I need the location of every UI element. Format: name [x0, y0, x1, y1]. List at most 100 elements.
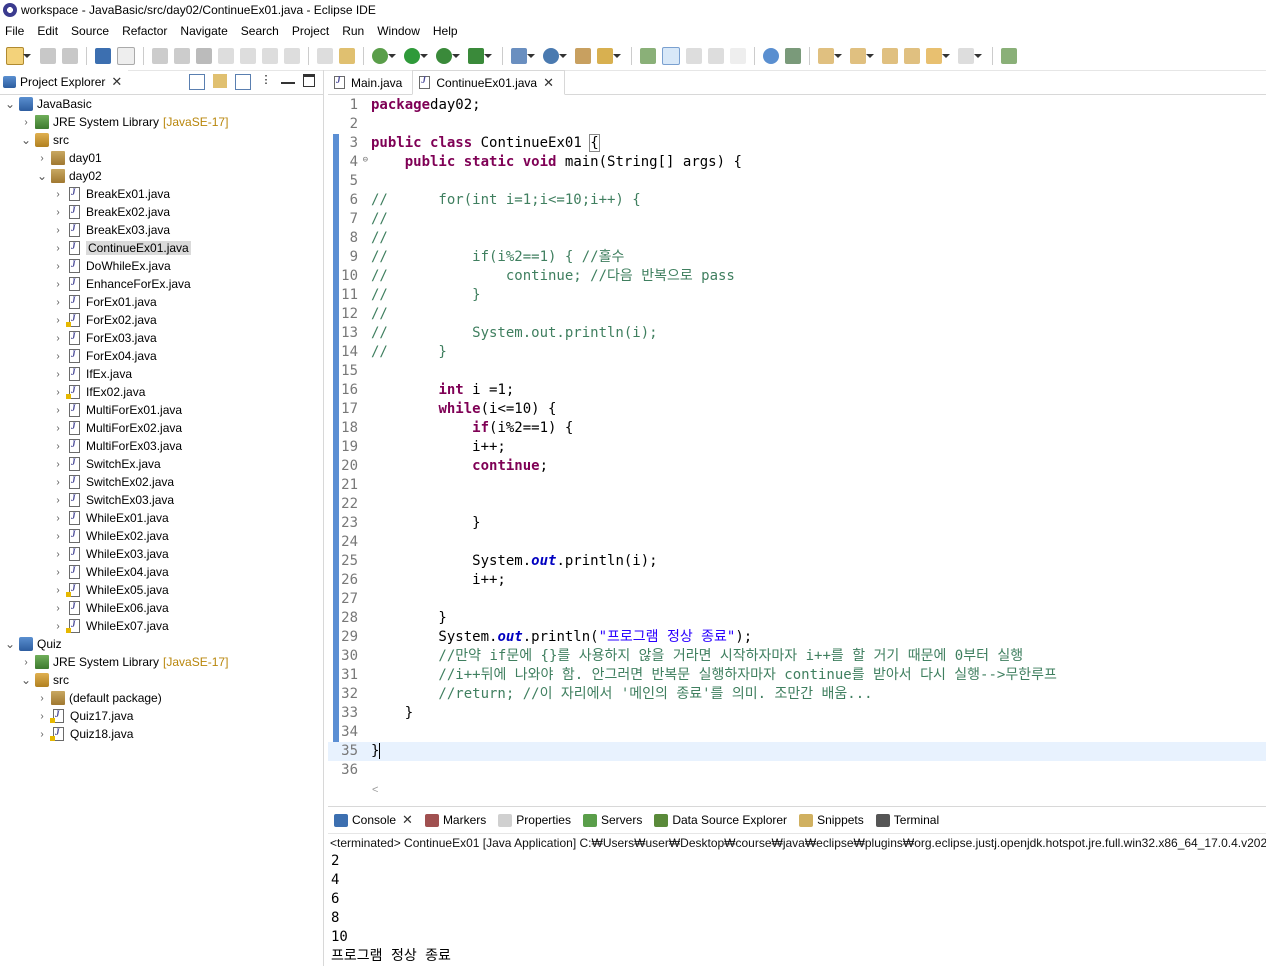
tab-project-explorer[interactable]: Project Explorer ✕	[0, 70, 129, 94]
resume-icon[interactable]	[152, 47, 168, 64]
tree-item[interactable]: › ForEx01.java	[0, 293, 323, 311]
menu-file[interactable]: File	[0, 24, 32, 38]
coverage-icon[interactable]	[436, 47, 460, 64]
chevron-right-icon[interactable]: ›	[52, 296, 64, 308]
tree-item[interactable]: › WhileEx04.java	[0, 563, 323, 581]
chevron-right-icon[interactable]: ›	[52, 386, 64, 398]
tree-item[interactable]: › MultiForEx02.java	[0, 419, 323, 437]
save-all-icon[interactable]	[62, 47, 78, 64]
scroll-left-icon[interactable]: <	[372, 784, 378, 796]
menu-window[interactable]: Window	[372, 24, 428, 38]
tree-item[interactable]: › DoWhileEx.java	[0, 257, 323, 275]
horizontal-scrollbar[interactable]: <	[328, 782, 1266, 798]
tree-item[interactable]: › MultiForEx01.java	[0, 401, 323, 419]
chevron-right-icon[interactable]: ›	[52, 458, 64, 470]
tab-data-source-explorer[interactable]: Data Source Explorer	[648, 807, 793, 833]
chevron-right-icon[interactable]: ›	[52, 404, 64, 416]
tab-main[interactable]: Main.java	[328, 71, 412, 94]
globe-icon[interactable]	[763, 47, 779, 64]
new-class-icon[interactable]	[543, 47, 567, 64]
skip-breakpoints-icon[interactable]	[117, 46, 135, 65]
menu-project[interactable]: Project	[287, 24, 337, 38]
chevron-down-icon[interactable]: ⌄	[4, 97, 16, 111]
chevron-down-icon[interactable]: ⌄	[4, 637, 16, 651]
chevron-right-icon[interactable]: ›	[20, 116, 32, 128]
chevron-right-icon[interactable]: ›	[52, 512, 64, 524]
tree-item[interactable]: ⌄ Quiz	[0, 635, 323, 653]
tree-item[interactable]: › WhileEx02.java	[0, 527, 323, 545]
pilcrow-icon[interactable]	[730, 47, 746, 64]
link-with-editor-icon[interactable]	[213, 74, 227, 88]
close-icon[interactable]: ✕	[543, 75, 554, 91]
chevron-down-icon[interactable]: ⌄	[36, 169, 48, 183]
next-annotation-icon[interactable]	[818, 47, 842, 64]
block-selection-icon[interactable]	[708, 47, 724, 64]
tree-item[interactable]: › BreakEx01.java	[0, 185, 323, 203]
save-icon[interactable]	[40, 47, 56, 64]
terminal-icon[interactable]	[95, 47, 111, 64]
chevron-right-icon[interactable]: ›	[52, 422, 64, 434]
forward-icon[interactable]	[958, 47, 982, 64]
last-edit-icon[interactable]	[882, 47, 898, 64]
new-java-project-icon[interactable]	[511, 47, 535, 64]
toggle-block-icon[interactable]	[317, 47, 333, 64]
tree-item[interactable]: › WhileEx07.java	[0, 617, 323, 635]
tree-item[interactable]: › day01	[0, 149, 323, 167]
maximize-icon[interactable]	[303, 74, 315, 87]
chevron-right-icon[interactable]: ›	[52, 584, 64, 596]
chevron-right-icon[interactable]: ›	[52, 206, 64, 218]
show-whitespace-icon[interactable]	[686, 47, 702, 64]
disconnect-icon[interactable]	[218, 47, 234, 64]
tree-item[interactable]: › WhileEx05.java	[0, 581, 323, 599]
tree-item[interactable]: › SwitchEx.java	[0, 455, 323, 473]
tree-item[interactable]: › (default package)	[0, 689, 323, 707]
annotation-icon[interactable]	[640, 47, 656, 64]
forward-edit-icon[interactable]	[904, 47, 920, 64]
chevron-right-icon[interactable]: ›	[52, 332, 64, 344]
tree-item[interactable]: ⌄ day02	[0, 167, 323, 185]
view-menu-icon[interactable]: ⋮	[259, 74, 273, 88]
tree-item[interactable]: › ForEx04.java	[0, 347, 323, 365]
chevron-right-icon[interactable]: ›	[52, 188, 64, 200]
chevron-right-icon[interactable]: ›	[52, 530, 64, 542]
toggle-word-wrap-icon[interactable]	[339, 47, 355, 64]
tab-servers[interactable]: Servers	[577, 807, 648, 833]
tree-item[interactable]: ⌄ src	[0, 671, 323, 689]
suspend-icon[interactable]	[174, 47, 190, 64]
code-editor[interactable]: 1 packageday02; 2 3 public class ContinueEx0…	[328, 95, 1266, 780]
tree-item[interactable]: › JRE System Library [JavaSE-17]	[0, 653, 323, 671]
tree-item[interactable]: › JRE System Library [JavaSE-17]	[0, 113, 323, 131]
debug-icon[interactable]	[372, 47, 396, 64]
chevron-right-icon[interactable]: ›	[52, 620, 64, 632]
step-into-icon[interactable]	[240, 47, 256, 64]
external-tools-icon[interactable]	[468, 47, 492, 64]
menu-run[interactable]: Run	[337, 24, 372, 38]
tree-item[interactable]: › WhileEx06.java	[0, 599, 323, 617]
open-perspective-icon[interactable]	[1001, 47, 1017, 64]
tree-item[interactable]: › EnhanceForEx.java	[0, 275, 323, 293]
tree-item[interactable]: › ContinueEx01.java	[0, 239, 323, 257]
tab-terminal[interactable]: Terminal	[870, 807, 945, 833]
tab-properties[interactable]: Properties	[492, 807, 577, 833]
tab-markers[interactable]: Markers	[419, 807, 492, 833]
console-output[interactable]: 2 4 6 8 10 프로그램 정상 종료	[328, 852, 1266, 966]
search-icon[interactable]	[597, 47, 621, 64]
tab-snippets[interactable]: Snippets	[793, 807, 870, 833]
tree-item[interactable]: › Quiz18.java	[0, 725, 323, 743]
chevron-right-icon[interactable]: ›	[52, 494, 64, 506]
chevron-right-icon[interactable]: ›	[36, 692, 48, 704]
chevron-right-icon[interactable]: ›	[36, 152, 48, 164]
close-icon[interactable]: ✕	[402, 812, 413, 828]
menu-refactor[interactable]: Refactor	[117, 24, 175, 38]
chevron-right-icon[interactable]: ›	[20, 656, 32, 668]
tree-item[interactable]: › SwitchEx02.java	[0, 473, 323, 491]
tree-item[interactable]: › MultiForEx03.java	[0, 437, 323, 455]
tree-item[interactable]: › ForEx03.java	[0, 329, 323, 347]
terminate-icon[interactable]	[196, 47, 212, 64]
prev-annotation-icon[interactable]	[850, 47, 874, 64]
menu-help[interactable]: Help	[428, 24, 466, 38]
open-type-icon[interactable]	[575, 47, 591, 64]
chevron-right-icon[interactable]: ›	[52, 278, 64, 290]
tree-item[interactable]: ⌄ JavaBasic	[0, 95, 323, 113]
back-icon[interactable]	[926, 47, 950, 64]
